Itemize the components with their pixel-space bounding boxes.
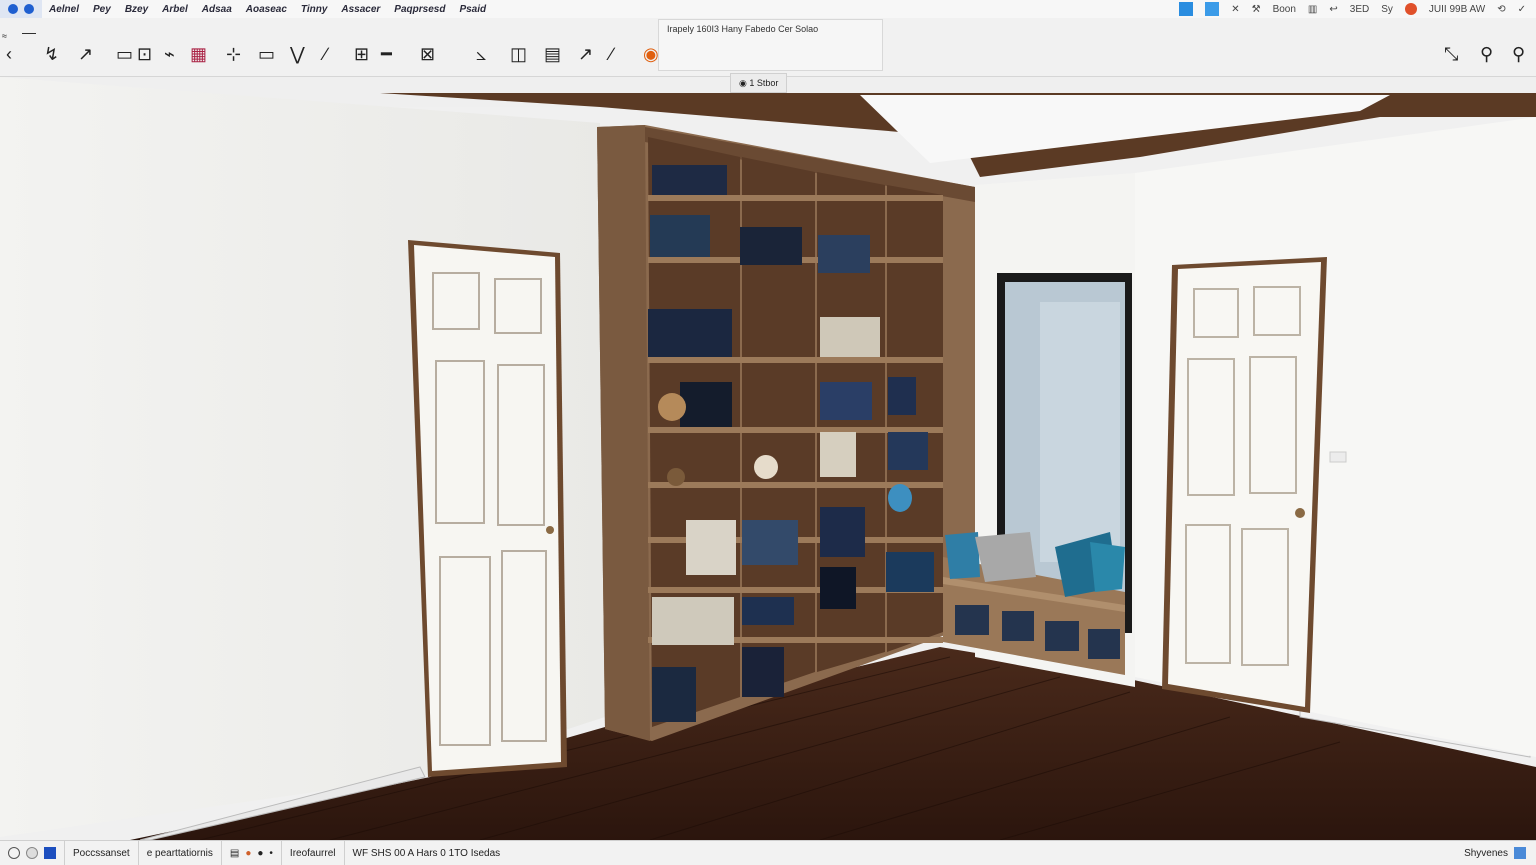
text-icon[interactable]: ▤ bbox=[544, 44, 561, 64]
menu-item-5[interactable]: Adsaa bbox=[195, 4, 239, 15]
point-icon[interactable]: ⊡ bbox=[137, 44, 152, 64]
menu-bar: Aelnel Pey Bzey Arbel Adsaa Aoaseac Tinn… bbox=[0, 0, 1536, 18]
zoom-extents-icon[interactable]: ⤡ bbox=[1444, 44, 1458, 64]
status-right-text: Shyvenes bbox=[1464, 847, 1508, 859]
app-icon[interactable] bbox=[8, 4, 18, 14]
menu-item-1[interactable]: Aelnel bbox=[42, 4, 86, 15]
warning-icon[interactable]: ● bbox=[245, 848, 251, 859]
tools-icon[interactable]: ✕ bbox=[1231, 4, 1239, 15]
protractor-icon[interactable]: ⦣ bbox=[476, 44, 486, 64]
scene-label-text: 1 Stbor bbox=[749, 78, 779, 88]
zoom-icon[interactable]: ⚲ bbox=[1480, 44, 1493, 64]
scene-tab[interactable]: ◉ 1 Stbor bbox=[730, 73, 788, 93]
minus-icon[interactable]: — bbox=[22, 22, 36, 42]
arc-icon[interactable]: ↗ bbox=[578, 44, 593, 64]
measurements-icon[interactable] bbox=[1514, 847, 1526, 859]
status-seg-2[interactable]: e pearttatiornis bbox=[139, 841, 222, 865]
user-icon[interactable] bbox=[44, 847, 56, 859]
menu-item-8[interactable]: Assacer bbox=[334, 4, 387, 15]
geolocation-icon[interactable] bbox=[8, 847, 20, 859]
clock-text: JUII 99B AW bbox=[1428, 3, 1486, 15]
back-arrow-icon[interactable]: ‹ bbox=[6, 44, 12, 64]
menu-item-7[interactable]: Tinny bbox=[294, 4, 334, 15]
menu-item-10[interactable]: Psaid bbox=[452, 4, 493, 15]
pencil-icon[interactable]: ↯ bbox=[44, 44, 59, 64]
align-icon[interactable]: ⊞ bbox=[354, 44, 369, 64]
tray-app-icon-2[interactable] bbox=[1205, 2, 1220, 16]
tooltip-text: Irapely 160I3 Hany Fabedo Cer Solao bbox=[667, 24, 819, 34]
tray-text-3: Sy bbox=[1381, 3, 1393, 15]
arrow-icon[interactable]: ↩ bbox=[1329, 4, 1337, 15]
move-icon[interactable]: ⊹ bbox=[226, 44, 241, 64]
system-tray: ✕ ⚒ Boon ▥ ↩ 3ED Sy JUII 99B AW ⟲ ✓ bbox=[1179, 2, 1536, 16]
menu-item-4[interactable]: Arbel bbox=[155, 4, 195, 15]
slash-line-icon[interactable]: ∕ bbox=[610, 44, 613, 64]
menu-glyph-icon[interactable]: ≈ bbox=[2, 26, 7, 46]
credits-icon[interactable] bbox=[26, 847, 38, 859]
status-icons bbox=[0, 841, 65, 865]
layers-icon[interactable]: ▤ bbox=[230, 848, 239, 859]
tape-measure-icon[interactable]: ━ bbox=[381, 44, 392, 64]
arrow-cursor-icon[interactable]: ↗ bbox=[78, 44, 93, 64]
follow-me-icon[interactable]: ⋁ bbox=[290, 44, 305, 64]
eraser-icon[interactable]: ⌁ bbox=[164, 44, 175, 64]
dimension-icon[interactable]: ⊠ bbox=[420, 44, 435, 64]
orbit-icon[interactable]: ◉ bbox=[643, 44, 659, 64]
paint-bucket-icon[interactable]: ▦ bbox=[190, 44, 207, 64]
search-tool-icon[interactable]: ⚲ bbox=[1512, 44, 1525, 64]
status-text-3: Ireofaurrel bbox=[289, 847, 336, 859]
barcode-icon: ▥ bbox=[1307, 3, 1318, 15]
dot-small-icon[interactable]: • bbox=[269, 848, 273, 859]
status-tools: ▤ ● ● • bbox=[222, 841, 282, 865]
tooltip: Irapely 160I3 Hany Fabedo Cer Solao bbox=[658, 19, 883, 71]
tray-text-2: 3ED bbox=[1349, 3, 1370, 15]
search-icon[interactable]: ⟲ bbox=[1497, 4, 1505, 15]
status-seg-4: WF SHS 00 A Hars 0 1TO Isedas bbox=[345, 841, 509, 865]
menu-item-6[interactable]: Aoaseac bbox=[239, 4, 294, 15]
record-dot-icon[interactable]: ● bbox=[257, 848, 263, 859]
status-seg-3[interactable]: Ireofaurrel bbox=[282, 841, 345, 865]
status-bar: Poccssanset e pearttatiornis ▤ ● ● • Ire… bbox=[0, 840, 1536, 865]
offset-icon[interactable]: ▭ bbox=[258, 44, 275, 64]
wrench-icon[interactable]: ⚒ bbox=[1252, 4, 1261, 15]
status-text-4: WF SHS 00 A Hars 0 1TO Isedas bbox=[352, 847, 501, 859]
rectangle-icon[interactable]: ▭ bbox=[116, 44, 133, 64]
menu-item-2[interactable]: Pey bbox=[86, 4, 118, 15]
model-viewport[interactable] bbox=[0, 77, 1536, 840]
room-render bbox=[0, 77, 1536, 840]
eye-icon: ◉ bbox=[739, 78, 750, 88]
status-text-1: Poccssanset bbox=[73, 847, 130, 859]
status-text-2: e pearttatiornis bbox=[146, 847, 213, 859]
record-icon[interactable] bbox=[1404, 3, 1417, 15]
app-buttons bbox=[0, 0, 42, 18]
menu-item-9[interactable]: Paqprsesd bbox=[387, 4, 452, 15]
tray-text-1: Boon bbox=[1272, 3, 1296, 15]
status-seg-1[interactable]: Poccssanset bbox=[65, 841, 139, 865]
menu-item-3[interactable]: Bzey bbox=[118, 4, 155, 15]
section-icon[interactable]: ◫ bbox=[510, 44, 527, 64]
tray-app-icon[interactable] bbox=[1179, 2, 1194, 16]
line-icon[interactable]: ∕ bbox=[324, 44, 327, 64]
check-icon[interactable]: ✓ bbox=[1518, 4, 1526, 15]
app-icon-2[interactable] bbox=[24, 4, 34, 14]
status-right: Shyvenes bbox=[1464, 847, 1536, 859]
